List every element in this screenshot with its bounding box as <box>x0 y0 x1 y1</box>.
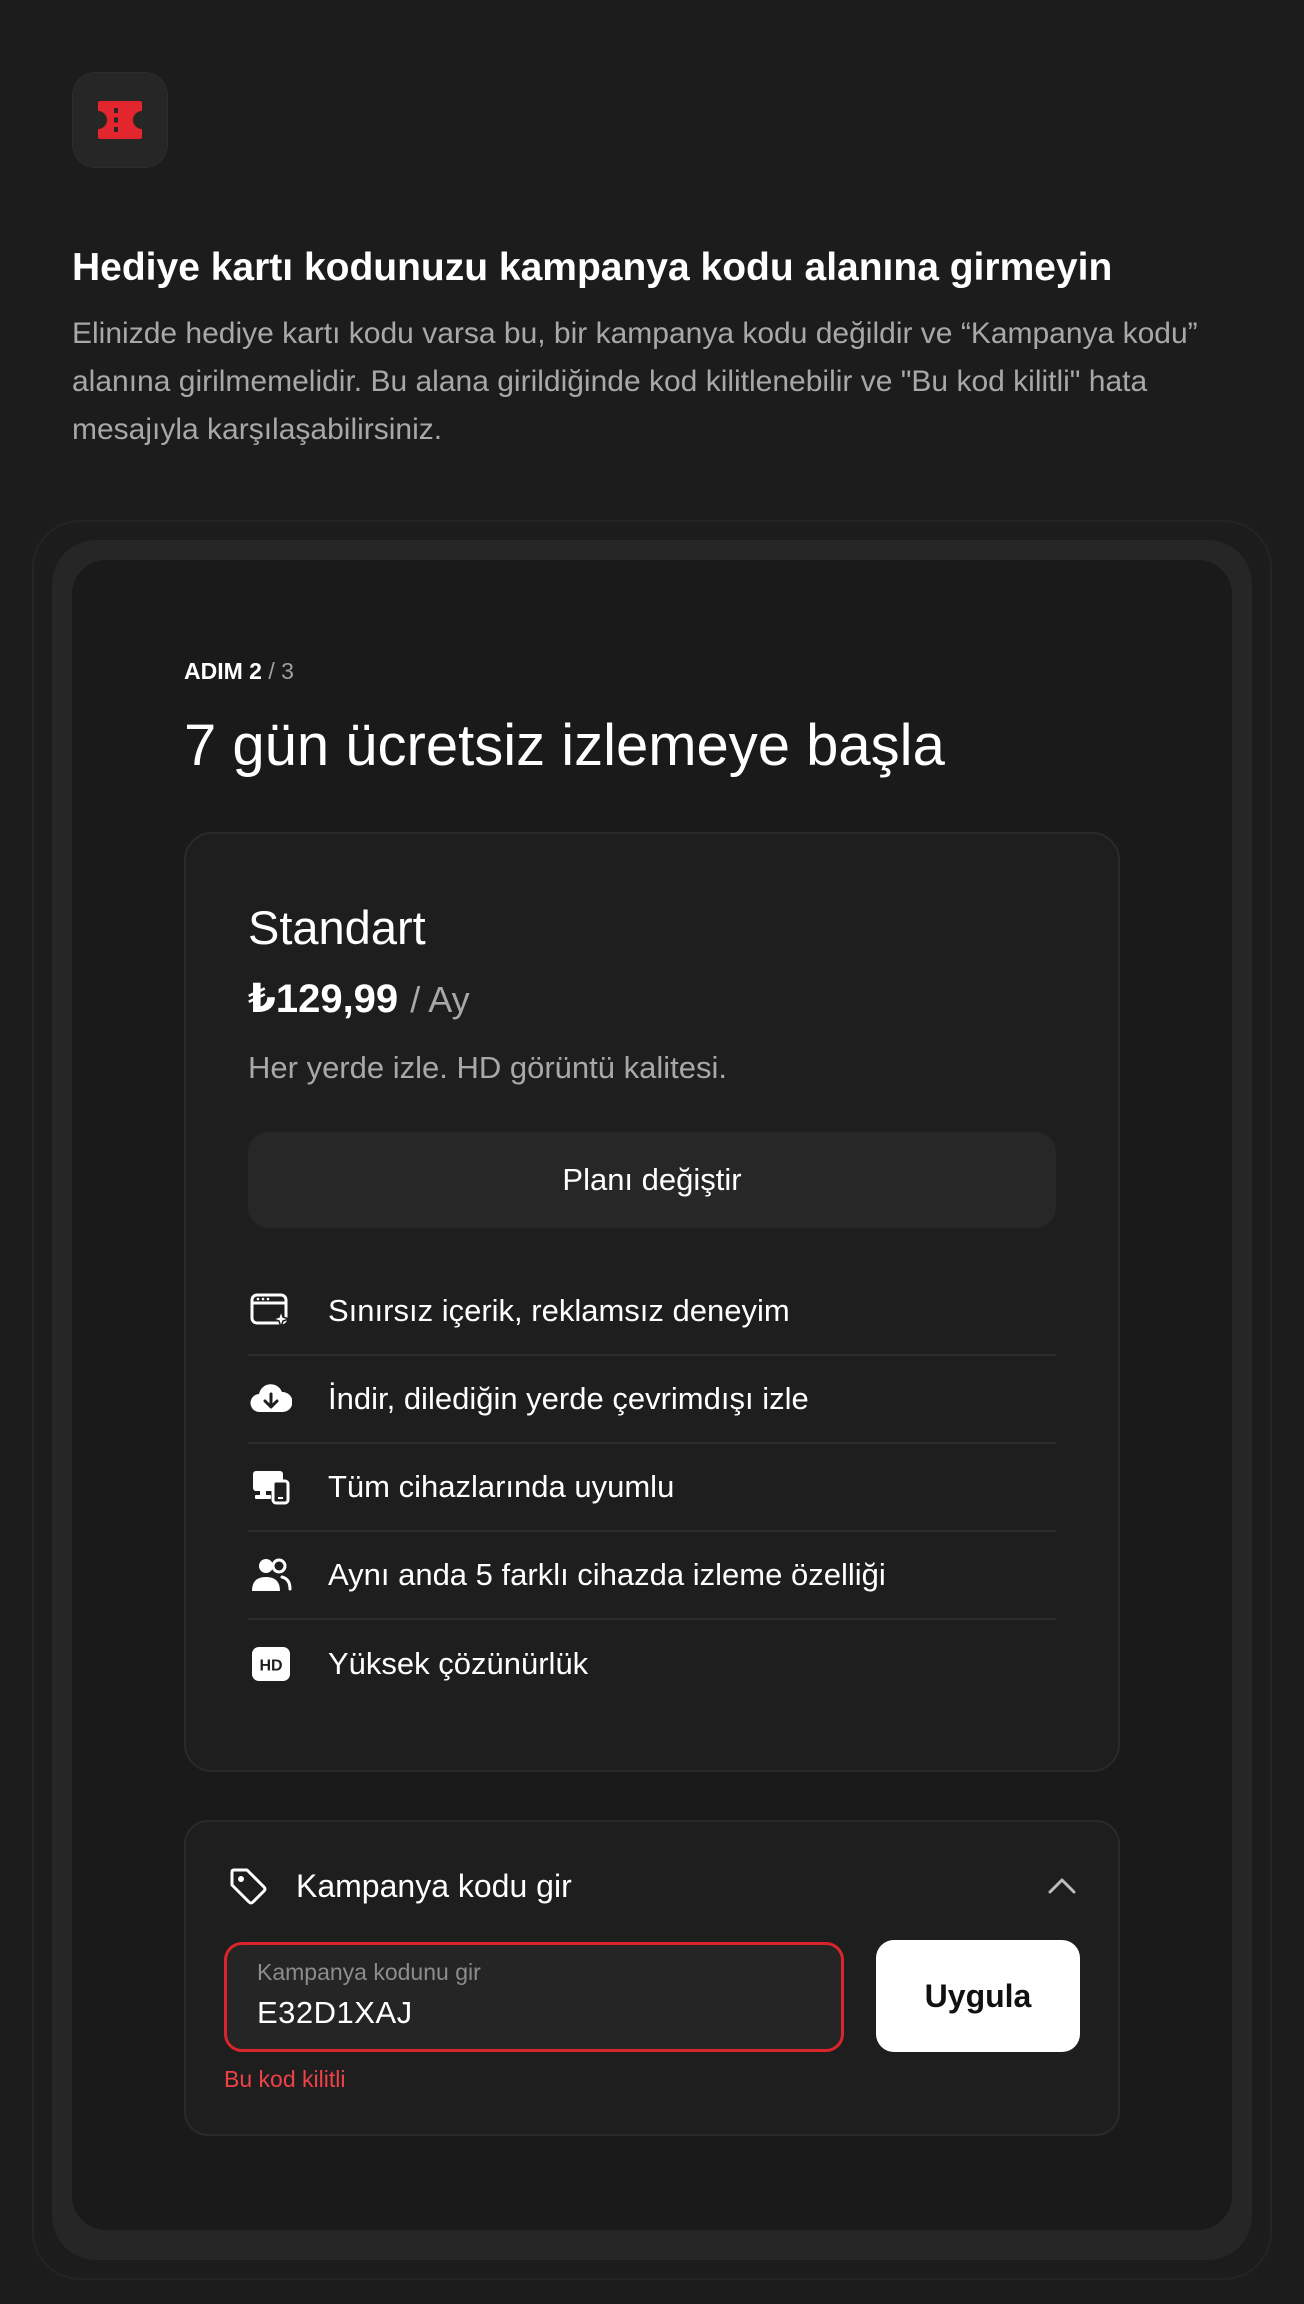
feature-text: Aynı anda 5 farklı cihazda izleme özelli… <box>328 1557 886 1592</box>
feature-item: Sınırsız içerik, reklamsız deneyim <box>248 1268 1056 1356</box>
info-title: Hediye kartı kodunuzu kampanya kodu alan… <box>72 246 1113 289</box>
ticket-icon <box>72 72 168 168</box>
feature-item: Tüm cihazlarında uyumlu <box>248 1444 1056 1532</box>
promo-toggle[interactable]: Kampanya kodu gir <box>228 1860 1080 1912</box>
sparkle-window-icon <box>248 1288 294 1334</box>
step-indicator: ADIM 2 / 3 <box>184 656 294 686</box>
chevron-up-icon[interactable] <box>1044 1868 1080 1904</box>
promo-code-label: Kampanya kodunu gir <box>257 1959 481 1985</box>
plan-period: / Ay <box>410 979 470 1020</box>
modal-sheet: Hediye kartı kodunuzu kampanya kodu alan… <box>0 0 1304 2304</box>
plan-price: ₺129,99 <box>248 977 399 1021</box>
page-heading: 7 gün ücretsiz izlemeye başla <box>184 713 945 778</box>
plan-description: Her yerde izle. HD görüntü kalitesi. <box>248 1050 727 1085</box>
cloud-download-icon <box>248 1376 294 1422</box>
tag-icon <box>228 1866 268 1906</box>
feature-text: Sınırsız içerik, reklamsız deneyim <box>328 1293 790 1328</box>
step-current: ADIM 2 <box>184 658 262 684</box>
feature-text: Yüksek çözünürlük <box>328 1646 589 1681</box>
apply-button[interactable]: Uygula <box>876 1940 1080 2052</box>
feature-text: İndir, dilediğin yerde çevrimdışı izle <box>328 1381 809 1416</box>
feature-item: Aynı anda 5 farklı cihazda izleme özelli… <box>248 1532 1056 1620</box>
promo-title: Kampanya kodu gir <box>296 1867 572 1904</box>
plan-name: Standart <box>248 901 426 954</box>
feature-list: Sınırsız içerik, reklamsız deneyim İndir… <box>248 1268 1056 1708</box>
feature-item: HD Yüksek çözünürlük <box>248 1620 1056 1708</box>
promo-code-value[interactable]: E32D1XAJ <box>257 1995 413 2031</box>
info-description: Elinizde hediye kartı kodu varsa bu, bir… <box>72 317 1198 446</box>
change-plan-button[interactable]: Planı değiştir <box>248 1132 1056 1228</box>
step-total: / 3 <box>261 658 294 684</box>
feature-text: Tüm cihazlarında uyumlu <box>328 1469 675 1504</box>
users-icon <box>248 1552 294 1598</box>
hd-badge-text: HD <box>259 1658 282 1675</box>
price-row: ₺129,99 / Ay <box>248 976 470 1022</box>
feature-item: İndir, dilediğin yerde çevrimdışı izle <box>248 1356 1056 1444</box>
error-message: Bu kod kilitli <box>224 2066 346 2092</box>
devices-icon <box>248 1464 294 1510</box>
promo-code-input[interactable]: Kampanya kodunu gir E32D1XAJ <box>224 1942 844 2052</box>
hd-icon: HD <box>248 1641 294 1687</box>
